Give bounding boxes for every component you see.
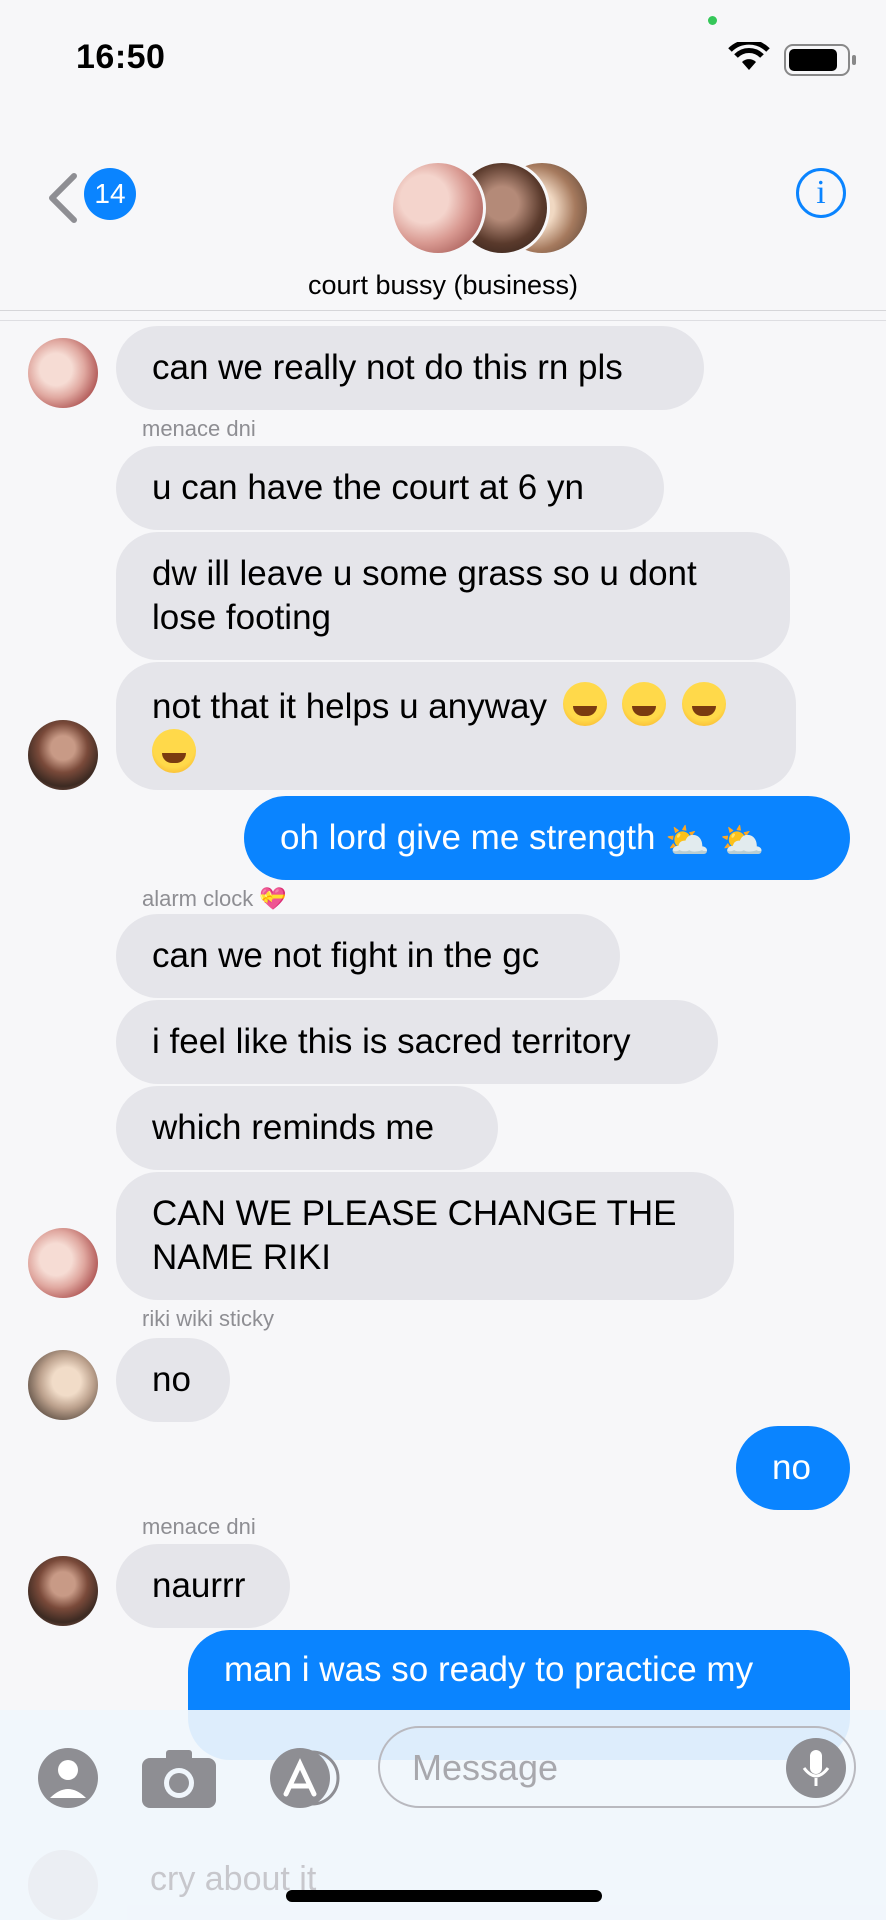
message-bubble[interactable]: which reminds me (116, 1086, 498, 1170)
status-time: 16:50 (76, 38, 166, 76)
group-name[interactable]: court bussy (business) (0, 270, 886, 301)
avatar[interactable] (28, 1556, 98, 1626)
laughing-emoji-icon (622, 682, 667, 726)
message-bubble[interactable]: can we really not do this rn pls (116, 326, 704, 410)
message-bubble[interactable]: u can have the court at 6 yn (116, 446, 664, 530)
message-composer (0, 1710, 886, 1920)
avatar[interactable] (28, 338, 98, 408)
divider (0, 320, 886, 321)
sender-name: riki wiki sticky (142, 1306, 274, 1331)
message-bubble[interactable]: not that it helps u anyway (116, 662, 796, 790)
avatar[interactable] (28, 1350, 98, 1420)
info-icon[interactable]: i (796, 168, 846, 218)
avatar[interactable] (28, 1228, 98, 1298)
message-text: no (772, 1448, 811, 1487)
message-text: can we really not do this rn pls (152, 348, 623, 387)
message-text: CAN WE PLEASE CHANGE THE NAME RIKI (152, 1194, 677, 1277)
avatar (390, 160, 486, 256)
sender-name: menace dni (142, 416, 256, 441)
message-bubble[interactable]: i feel like this is sacred territory (116, 1000, 718, 1084)
back-chevron-icon[interactable] (40, 168, 90, 228)
message-bubble[interactable]: dw ill leave u some grass so u dont lose… (116, 532, 790, 660)
message-text: dw ill leave u some grass so u dont lose… (152, 554, 697, 637)
message-bubble[interactable]: can we not fight in the gc (116, 914, 620, 998)
sender-name: menace dni (142, 1514, 256, 1539)
message-bubble[interactable]: no (116, 1338, 230, 1422)
message-bubble[interactable]: CAN WE PLEASE CHANGE THE NAME RIKI (116, 1172, 734, 1300)
camera-indicator-icon (708, 16, 717, 25)
message-input[interactable] (410, 1742, 754, 1794)
message-text: i feel like this is sacred territory (152, 1022, 631, 1061)
message-text: not that it helps u anyway (152, 687, 547, 726)
message-text: which reminds me (152, 1108, 435, 1147)
laughing-emoji-icon (562, 682, 607, 726)
message-text: no (152, 1360, 191, 1399)
message-text: man i was so ready to practice my (224, 1650, 754, 1689)
message-text: naurrr (152, 1566, 246, 1605)
message-bubble[interactable]: naurrr (116, 1544, 290, 1628)
app-store-icon[interactable] (264, 1746, 344, 1810)
message-input-field[interactable] (378, 1726, 856, 1808)
message-text: oh lord give me strength (280, 818, 656, 857)
avatar (28, 1850, 98, 1920)
sun-behind-cloud-icon: ⛅ (719, 820, 765, 861)
message-text: can we not fight in the gc (152, 936, 540, 975)
status-bar: 16:50 (0, 0, 886, 110)
home-indicator[interactable] (286, 1890, 602, 1902)
laughing-emoji-icon (682, 682, 727, 726)
battery-icon (784, 44, 856, 76)
message-bubble-outgoing[interactable]: oh lord give me strength ⛅ ⛅ (244, 796, 850, 880)
message-bubble-outgoing[interactable]: no (736, 1426, 850, 1510)
camera-icon[interactable] (140, 1746, 218, 1810)
wifi-icon (728, 42, 770, 70)
message-text: u can have the court at 6 yn (152, 468, 584, 507)
sun-behind-cloud-icon: ⛅ (665, 820, 711, 861)
avatar[interactable] (28, 720, 98, 790)
sender-name: alarm clock 💝 (142, 886, 287, 911)
contacts-icon[interactable] (36, 1746, 100, 1810)
microphone-icon[interactable] (786, 1738, 846, 1798)
unread-count-badge[interactable]: 14 (84, 168, 136, 220)
laughing-emoji-icon (152, 729, 196, 773)
conversation-header: 14 court bussy (business) i (0, 110, 886, 311)
group-avatar-stack[interactable] (390, 160, 590, 260)
